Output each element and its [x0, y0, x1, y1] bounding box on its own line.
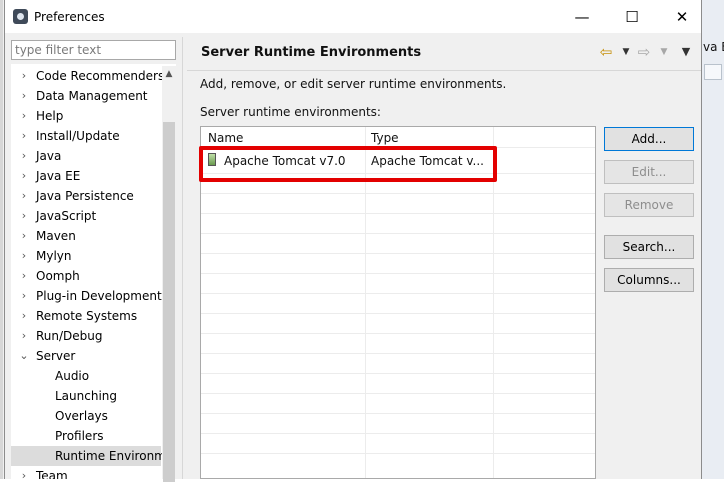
tree-item-label: Remote Systems: [36, 309, 138, 323]
forward-arrow-icon[interactable]: ⇨: [635, 44, 653, 60]
tree-item-label: Maven: [36, 229, 76, 243]
row-divider: [201, 233, 595, 234]
remove-button[interactable]: Remove: [604, 193, 694, 217]
forward-history-menu-icon[interactable]: ▼: [655, 44, 673, 60]
tree-item-label: Launching: [55, 389, 118, 403]
tree-item-label: Audio: [55, 369, 90, 383]
chevron-down-icon[interactable]: ⌄: [19, 346, 29, 366]
chevron-right-icon[interactable]: ›: [19, 286, 29, 306]
chevron-right-icon[interactable]: ›: [19, 126, 29, 146]
chevron-right-icon[interactable]: ›: [19, 466, 29, 479]
search-button[interactable]: Search...: [604, 235, 694, 259]
view-menu-icon[interactable]: ▼: [677, 44, 695, 60]
tree-item-label: Overlays: [55, 409, 108, 423]
scroll-up-icon[interactable]: ▲: [162, 66, 176, 82]
row-divider: [201, 373, 595, 374]
background-window-edge: [0, 0, 3, 479]
tree-item-label: Install/Update: [36, 129, 120, 143]
row-divider: [201, 273, 595, 274]
tree-item-label: Java: [36, 149, 62, 163]
maximize-button[interactable]: ☐: [619, 6, 645, 28]
page-title: Server Runtime Environments: [201, 45, 422, 60]
row-divider: [201, 413, 595, 414]
tree-item-label: Run/Debug: [36, 329, 103, 343]
tree-item-label: Team: [36, 469, 68, 479]
scrollbar-thumb[interactable]: [163, 122, 175, 482]
chevron-right-icon[interactable]: ›: [19, 166, 29, 186]
chevron-right-icon[interactable]: ›: [19, 146, 29, 166]
background-window-text: va E: [703, 40, 724, 54]
row-divider: [201, 293, 595, 294]
tree-item-label: Mylyn: [36, 249, 72, 263]
chevron-right-icon[interactable]: ›: [19, 66, 29, 86]
tree-scrollbar[interactable]: ▲: [162, 66, 176, 482]
row-divider: [201, 333, 595, 334]
background-toolbar-icon: [704, 64, 722, 80]
minimize-button[interactable]: —: [569, 6, 595, 28]
row-divider: [201, 393, 595, 394]
row-divider: [201, 433, 595, 434]
back-arrow-icon[interactable]: ⇦: [597, 44, 615, 60]
tree-item-label: Profilers: [55, 429, 104, 443]
filter-input[interactable]: [11, 40, 176, 60]
row-divider: [201, 313, 595, 314]
row-divider: [201, 253, 595, 254]
tree-item-label: Code Recommenders: [36, 69, 165, 83]
row-divider: [201, 213, 595, 214]
preferences-tree[interactable]: › Code Recommenders › Data Management › …: [11, 64, 176, 479]
row-divider: [201, 353, 595, 354]
chevron-right-icon[interactable]: ›: [19, 266, 29, 286]
chevron-right-icon[interactable]: ›: [19, 246, 29, 266]
splitter[interactable]: [182, 37, 183, 479]
tree-item-label: Java Persistence: [36, 189, 134, 203]
title-bar[interactable]: Preferences — ☐ ✕: [5, 0, 701, 33]
chevron-right-icon[interactable]: ›: [19, 306, 29, 326]
background-window-fragment: va E: [700, 0, 724, 479]
row-divider: [201, 193, 595, 194]
row-divider: [201, 453, 595, 454]
tree-item-label: Plug-in Development: [36, 289, 162, 303]
annotation-highlight-box: [199, 146, 497, 182]
tree-item-label: JavaScript: [36, 209, 97, 223]
tree-item-label: Server: [36, 349, 76, 363]
close-button[interactable]: ✕: [669, 6, 695, 28]
chevron-right-icon[interactable]: ›: [19, 186, 29, 206]
chevron-right-icon[interactable]: ›: [19, 206, 29, 226]
column-header-type[interactable]: Type: [371, 127, 399, 147]
tree-item-label: Data Management: [36, 89, 148, 103]
add-button[interactable]: Add...: [604, 127, 694, 151]
chevron-right-icon[interactable]: ›: [19, 226, 29, 246]
eclipse-preferences-icon: [13, 9, 28, 24]
tree-item-label: Runtime Environm: [55, 449, 166, 463]
back-history-menu-icon[interactable]: ▼: [617, 44, 635, 60]
window-title: Preferences: [34, 10, 105, 24]
page-description: Add, remove, or edit server runtime envi…: [200, 77, 507, 91]
tree-item-label: Java EE: [36, 169, 81, 183]
page-header: Server Runtime Environments ⇦ ▼ ⇨ ▼ ▼: [187, 37, 701, 71]
table-label: Server runtime environments:: [200, 105, 381, 119]
tree-item-label: Help: [36, 109, 64, 123]
columns-button[interactable]: Columns...: [604, 268, 694, 292]
column-header-name[interactable]: Name: [208, 127, 243, 147]
tree-item-runtime-environments[interactable]: Runtime Environm: [11, 446, 166, 466]
chevron-right-icon[interactable]: ›: [19, 106, 29, 126]
chevron-right-icon[interactable]: ›: [19, 86, 29, 106]
tree-item-label: Oomph: [36, 269, 80, 283]
chevron-right-icon[interactable]: ›: [19, 326, 29, 346]
edit-button[interactable]: Edit...: [604, 160, 694, 184]
